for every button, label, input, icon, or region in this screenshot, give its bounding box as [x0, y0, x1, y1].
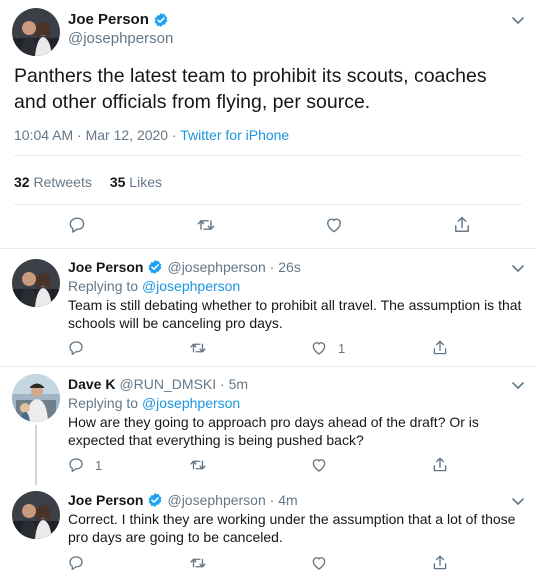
reply-action[interactable]: [67, 339, 95, 357]
retweet-icon: [190, 343, 206, 353]
share-icon: [433, 340, 447, 355]
verified-badge-icon: [149, 493, 162, 507]
like-icon: [312, 342, 326, 355]
author-name[interactable]: Joe Person: [68, 11, 169, 28]
like-action[interactable]: [310, 554, 338, 572]
likes-count: 35: [109, 174, 126, 190]
reply-icon: [69, 458, 83, 473]
replying-to: Replying to @josephperson: [68, 278, 240, 294]
tweet-timestamp[interactable]: 10:04 AM · Mar 12, 2020 ·: [14, 127, 180, 143]
retweet-action[interactable]: [189, 554, 217, 572]
divider: [14, 155, 522, 156]
retweet-icon: [190, 558, 206, 568]
chevron-down-icon[interactable]: [510, 377, 526, 393]
reply-tweet[interactable]: Dave K @RUN_DMSKI · 5m Replying to @jose…: [0, 367, 536, 485]
reply-header: Joe Person @josephperson · 26s: [68, 259, 301, 275]
avatar[interactable]: [12, 374, 60, 422]
reply-icon: [69, 341, 83, 356]
chevron-down-icon[interactable]: [510, 12, 526, 28]
avatar[interactable]: [12, 491, 60, 539]
like-icon[interactable]: [324, 215, 344, 235]
share-action[interactable]: [431, 554, 449, 572]
like-action[interactable]: [310, 456, 338, 474]
author-handle-time[interactable]: @RUN_DMSKI · 5m: [119, 376, 248, 392]
reply-text: How are they going to approach pro days …: [68, 414, 479, 448]
verified-badge-icon: [154, 12, 168, 27]
like-action[interactable]: 1: [310, 339, 345, 357]
avatar[interactable]: [12, 259, 60, 307]
replying-to-link[interactable]: @josephperson: [142, 395, 240, 411]
retweet-action[interactable]: [189, 456, 217, 474]
verified-badge-icon: [149, 260, 162, 274]
chevron-down-icon[interactable]: [510, 493, 526, 509]
reply-count: 1: [95, 457, 103, 473]
share-action[interactable]: [431, 339, 449, 357]
tweet-meta: 10:04 AM · Mar 12, 2020 · Twitter for iP…: [14, 127, 289, 143]
retweet-action[interactable]: [189, 339, 217, 357]
retweets-label: Retweets: [33, 174, 92, 190]
replying-to-link[interactable]: @josephperson: [142, 278, 240, 294]
likes-label: Likes: [129, 174, 162, 190]
reply-icon[interactable]: [67, 215, 87, 235]
retweet-icon[interactable]: [196, 215, 216, 235]
reply-tweet[interactable]: Joe Person @josephperson · 26s Replying …: [0, 250, 536, 366]
share-icon: [433, 555, 447, 570]
reply-tweet[interactable]: Joe Person @josephperson · 4m Correct. I…: [0, 486, 536, 578]
reply-header: Joe Person @josephperson · 4m: [68, 492, 298, 508]
author-name-text[interactable]: Joe Person: [68, 11, 149, 28]
share-icon[interactable]: [452, 215, 472, 235]
reply-icon: [69, 556, 83, 571]
author-handle[interactable]: @josephperson: [68, 30, 173, 47]
retweets-count: 32: [14, 174, 30, 190]
chevron-down-icon[interactable]: [510, 260, 526, 276]
author-name[interactable]: Joe Person: [68, 492, 143, 508]
reply-header: Dave K @RUN_DMSKI · 5m: [68, 376, 248, 392]
replying-to: Replying to @josephperson: [68, 395, 240, 411]
thread-line: [35, 425, 37, 485]
reply-action[interactable]: [67, 554, 95, 572]
reply-action[interactable]: 1: [67, 456, 102, 474]
avatar[interactable]: [12, 8, 60, 56]
tweet-stats: 32 Retweets 35 Likes: [14, 174, 162, 190]
likes-stat[interactable]: 35 Likes: [110, 174, 162, 190]
divider: [14, 204, 522, 205]
like-count: 1: [338, 340, 346, 356]
share-icon: [433, 457, 447, 472]
replying-to-prefix: Replying to: [68, 278, 142, 294]
tweet-text: Panthers the latest team to prohibit its…: [14, 65, 487, 113]
retweet-icon: [190, 460, 206, 470]
reply-text: Team is still debating whether to prohib…: [68, 297, 522, 331]
like-icon: [312, 459, 326, 472]
author-handle-time[interactable]: @josephperson · 4m: [167, 492, 297, 508]
reply-text: Correct. I think they are working under …: [68, 511, 516, 545]
author-name[interactable]: Joe Person: [68, 259, 143, 275]
author-handle-time[interactable]: @josephperson · 26s: [167, 259, 300, 275]
replying-to-prefix: Replying to: [68, 395, 142, 411]
like-icon: [312, 557, 326, 570]
retweets-stat[interactable]: 32 Retweets: [14, 174, 92, 190]
share-action[interactable]: [431, 456, 449, 474]
tweet-source[interactable]: Twitter for iPhone: [180, 127, 289, 143]
main-tweet: Joe Person @josephperson Panthers the la…: [0, 0, 536, 249]
author-name[interactable]: Dave K: [68, 376, 115, 392]
